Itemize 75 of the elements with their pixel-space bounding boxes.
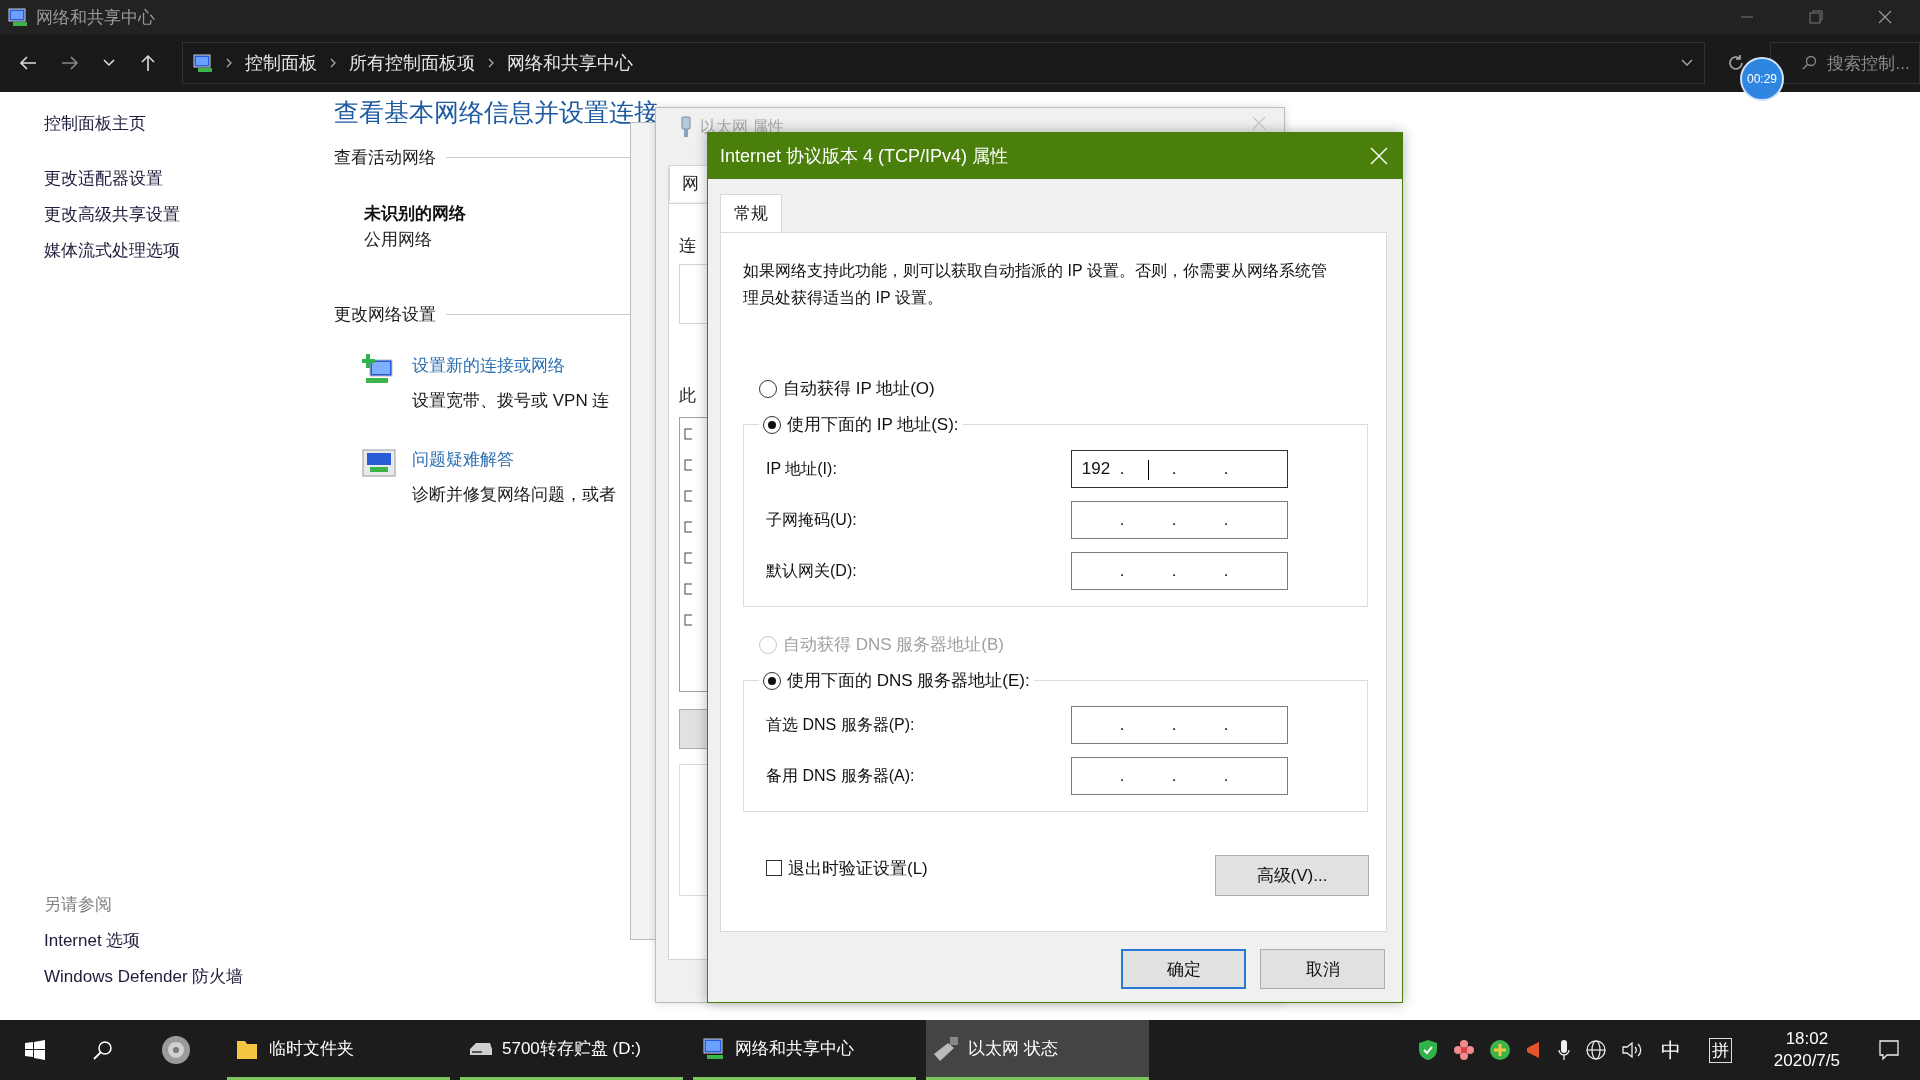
plug-icon	[680, 116, 692, 138]
sidebar-link[interactable]: 更改适配器设置	[44, 168, 334, 190]
field-label: 备用 DNS 服务器(A):	[766, 765, 916, 786]
breadcrumb-item[interactable]: 控制面板	[244, 51, 317, 75]
radio-option[interactable]: 使用下面的 DNS 服务器地址(E):	[759, 669, 1034, 692]
radio-option[interactable]: 使用下面的 IP 地址(S):	[759, 413, 963, 436]
sidebar-link[interactable]: 媒体流式处理选项	[44, 240, 334, 262]
task-description: 设置宽带、拨号或 VPN 连	[412, 390, 610, 412]
window-title: Internet 协议版本 4 (TCP/IPv4) 属性	[720, 145, 1009, 168]
network-icon	[8, 7, 28, 27]
address-field[interactable]: 控制面板 所有控制面板项 网络和共享中心	[181, 42, 1705, 84]
section-heading: 查看活动网络	[334, 147, 436, 169]
section-heading: 另请参阅	[44, 894, 113, 916]
forward-icon[interactable]	[59, 53, 80, 73]
task-link[interactable]: 问题疑难解答	[412, 448, 616, 471]
plus-circle-icon[interactable]	[1488, 1039, 1511, 1061]
field-label: 首选 DNS 服务器(P):	[766, 714, 916, 735]
tab[interactable]: 常规	[720, 194, 782, 232]
taskbar-app-button[interactable]: 5700转存贮盘 (D:)	[460, 1020, 683, 1080]
sidebar-link[interactable]: Internet 选项	[44, 930, 334, 952]
field-label: 连	[679, 235, 696, 257]
network-icon	[701, 1036, 725, 1061]
ip-address-field[interactable]: . . .	[1071, 552, 1288, 590]
sidebar-link[interactable]: Windows Defender 防火墙	[44, 966, 334, 988]
network-icon	[192, 53, 213, 73]
restore-icon[interactable]	[1809, 10, 1823, 24]
sidebar-link[interactable]: 更改高级共享设置	[44, 204, 334, 226]
volume-icon[interactable]	[1620, 1039, 1643, 1061]
taskbar-app-button[interactable]: 临时文件夹	[227, 1020, 450, 1080]
refresh-icon[interactable]	[1726, 54, 1745, 72]
search-icon	[1801, 55, 1818, 71]
field-label: 子网掩码(U):	[766, 509, 858, 530]
input-mode-indicator[interactable]: 拼	[1708, 1037, 1732, 1063]
breadcrumb-item[interactable]: 所有控制面板项	[348, 51, 475, 75]
ethernet-icon	[934, 1036, 958, 1061]
checkbox-option[interactable]: 退出时验证设置(L)	[766, 856, 928, 880]
section-heading: 更改网络设置	[334, 304, 436, 326]
chevron-right-icon	[486, 57, 495, 69]
ip-address-field[interactable]: . . .	[1071, 757, 1288, 795]
network-name: 未识别的网络	[364, 203, 466, 225]
chevron-right-icon	[328, 57, 337, 69]
shield-icon[interactable]	[1416, 1039, 1439, 1061]
close-icon[interactable]	[1878, 10, 1892, 24]
windows-start-icon[interactable]	[25, 1040, 45, 1060]
search-icon[interactable]	[93, 1040, 113, 1060]
sidebar-link[interactable]: 控制面板主页	[44, 113, 334, 135]
chevron-right-icon	[224, 57, 233, 69]
field-label: IP 地址(I):	[766, 458, 838, 479]
task-description: 诊断并修复网络问题，或者	[412, 484, 616, 506]
clock-date[interactable]: 2020/7/5	[1773, 1050, 1840, 1072]
globe-icon[interactable]	[1584, 1039, 1607, 1061]
radio-option[interactable]: 自动获得 IP 地址(O)	[759, 377, 1362, 400]
ip-address-field[interactable]: 192 . . .	[1071, 450, 1288, 488]
clock-time[interactable]: 18:02	[1785, 1028, 1829, 1050]
network-repair-icon	[362, 448, 396, 478]
microphone-icon[interactable]	[1556, 1039, 1571, 1061]
window-title: 网络和共享中心	[36, 6, 155, 29]
radio-option: 自动获得 DNS 服务器地址(B)	[759, 633, 1362, 656]
description-text: 如果网络支持此功能，则可以获取自动指派的 IP 设置。否则，你需要从网络系统管理员处获得适当的 IP 设置。	[743, 261, 1328, 308]
ip-address-field[interactable]: . . .	[1071, 501, 1288, 539]
field-label: 默认网关(D):	[766, 560, 858, 581]
breadcrumb-item[interactable]: 网络和共享中心	[506, 51, 633, 75]
task-link[interactable]: 设置新的连接或网络	[412, 354, 610, 377]
taskbar-app-button[interactable]: 网络和共享中心	[693, 1020, 916, 1080]
field-label: 此	[679, 385, 696, 407]
flower-icon[interactable]	[1452, 1039, 1475, 1061]
ip-address-field[interactable]: . . .	[1071, 706, 1288, 744]
advanced-button[interactable]: 高级(V)...	[1215, 855, 1369, 896]
notification-icon[interactable]	[1878, 1039, 1900, 1061]
network-add-icon	[362, 354, 396, 384]
cancel-button[interactable]: 取消	[1260, 949, 1385, 989]
taskbar-app-button[interactable]: 以太网 状态	[926, 1020, 1149, 1080]
ok-button[interactable]: 确定	[1121, 949, 1246, 989]
network-type-link[interactable]: 公用网络	[364, 227, 432, 253]
input-method-indicator[interactable]: 中	[1660, 1036, 1681, 1064]
